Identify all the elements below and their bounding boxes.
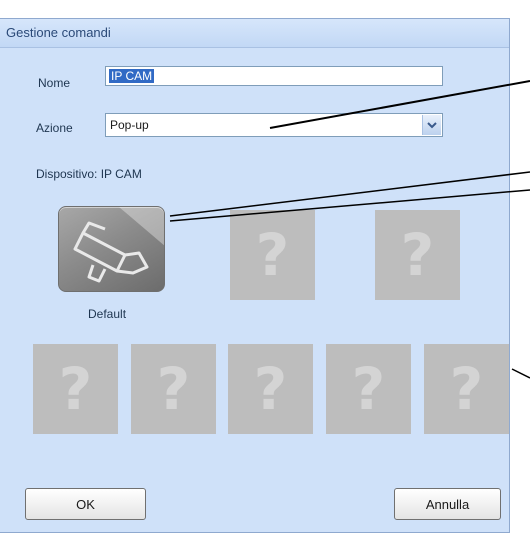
question-mark-icon: ? [449, 355, 484, 423]
ok-button[interactable]: OK [25, 488, 146, 520]
camera-icon-button[interactable] [58, 206, 165, 292]
empty-icon-slot[interactable]: ? [326, 344, 411, 434]
question-mark-icon: ? [400, 221, 435, 289]
question-mark-icon: ? [255, 221, 290, 289]
action-dropdown[interactable]: Pop-up [105, 113, 443, 137]
chevron-down-icon[interactable] [422, 115, 441, 135]
cancel-button[interactable]: Annulla [394, 488, 501, 520]
question-mark-icon: ? [351, 355, 386, 423]
empty-icon-slot[interactable]: ? [131, 344, 216, 434]
selected-icon-caption: Default [88, 307, 127, 321]
action-dropdown-value: Pop-up [110, 118, 149, 132]
empty-icon-slot[interactable]: ? [228, 344, 313, 434]
command-dialog: Gestione comandi Nome IP CAM Azione Pop-… [0, 18, 510, 533]
callout-line-slots [511, 368, 530, 379]
question-mark-icon: ? [156, 355, 191, 423]
name-input-value: IP CAM [109, 69, 155, 83]
name-input[interactable]: IP CAM [105, 66, 443, 86]
empty-icon-slot[interactable]: ? [33, 344, 118, 434]
device-label: Dispositivo: IP CAM [36, 167, 142, 181]
action-label: Azione [36, 121, 73, 135]
camera-icon [73, 207, 164, 283]
empty-icon-slot[interactable]: ? [230, 210, 315, 300]
empty-icon-slot[interactable]: ? [375, 210, 460, 300]
title-bar: Gestione comandi [0, 19, 509, 48]
empty-icon-slot[interactable]: ? [424, 344, 509, 434]
question-mark-icon: ? [253, 355, 288, 423]
name-label: Nome [38, 76, 71, 90]
question-mark-icon: ? [58, 355, 93, 423]
window-title: Gestione comandi [6, 25, 111, 40]
